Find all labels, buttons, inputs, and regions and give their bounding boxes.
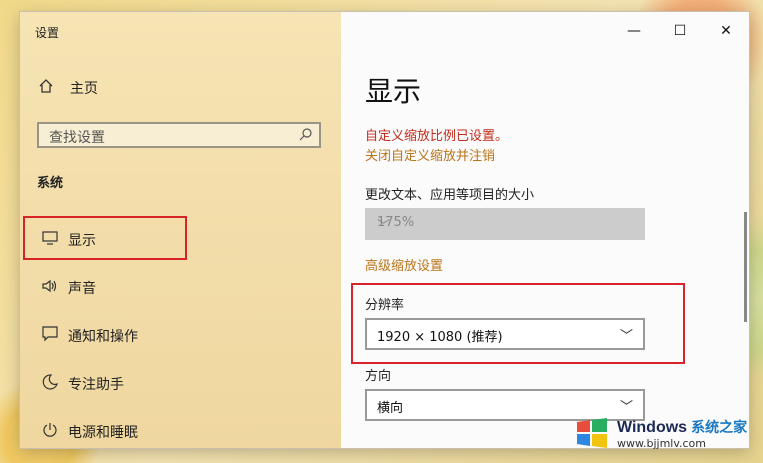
windows-logo-icon — [573, 418, 611, 448]
nav-section-title: 系统 — [37, 176, 64, 191]
search-input[interactable]: 查找设置 — [37, 122, 321, 148]
advanced-scaling-link[interactable]: 高级缩放设置 — [365, 255, 443, 274]
scale-dropdown: 175% ﹀ — [365, 208, 645, 240]
nav-pane: 设置 主页 查找设置 系统 显示 声音 通知和操作 专注助手 电源和睡眠 — [20, 12, 341, 448]
watermark-brand: Windows — [617, 418, 688, 436]
minimize-button[interactable]: — — [611, 12, 657, 50]
sidebar-item-label: 电源和睡眠 — [68, 425, 138, 441]
notification-icon — [35, 326, 65, 346]
sidebar-item-sound[interactable]: 声音 — [20, 265, 341, 311]
scrollbar[interactable] — [744, 212, 747, 322]
speaker-icon — [35, 279, 65, 297]
sidebar-item-label: 声音 — [68, 281, 96, 297]
chevron-down-icon: ﹀ — [377, 219, 391, 234]
home-icon — [38, 78, 54, 98]
highlight-box-display — [23, 216, 187, 260]
orientation-label: 方向 — [365, 369, 392, 384]
watermark-cn: 系统之家 — [691, 419, 748, 436]
power-icon — [35, 422, 65, 442]
moon-icon — [35, 374, 65, 394]
chevron-down-icon: ﹀ — [619, 329, 633, 344]
maximize-button[interactable]: ☐ — [657, 12, 703, 50]
nav-home-label: 主页 — [70, 81, 98, 97]
sidebar-item-label: 专注助手 — [68, 377, 124, 393]
sidebar-item-label: 通知和操作 — [68, 329, 138, 345]
close-button[interactable]: ✕ — [703, 12, 749, 50]
scale-label: 更改文本、应用等项目的大小 — [365, 188, 535, 203]
orientation-value: 横向 — [377, 401, 404, 416]
resolution-value: 1920 × 1080 (推荐) — [377, 330, 503, 345]
scaling-warning: 自定义缩放比例已设置。 — [365, 129, 509, 144]
search-icon — [299, 127, 313, 145]
turn-off-custom-scaling-link[interactable]: 关闭自定义缩放并注销 — [365, 145, 495, 164]
sidebar-item-notifications[interactable]: 通知和操作 — [20, 313, 341, 359]
watermark: Windows 系统之家 www.bjjmlv.com — [563, 403, 763, 463]
nav-home[interactable]: 主页 — [38, 78, 98, 98]
page-title: 显示 — [365, 75, 422, 108]
search-placeholder: 查找设置 — [49, 130, 105, 146]
sidebar-item-focus-assist[interactable]: 专注助手 — [20, 361, 341, 407]
settings-window: 设置 主页 查找设置 系统 显示 声音 通知和操作 专注助手 电源和睡眠 — ☐… — [20, 12, 749, 448]
sidebar-item-power[interactable]: 电源和睡眠 — [20, 409, 341, 448]
watermark-text: Windows 系统之家 www.bjjmlv.com — [617, 417, 747, 450]
content-pane: — ☐ ✕ 显示 自定义缩放比例已设置。 关闭自定义缩放并注销 更改文本、应用等… — [341, 12, 749, 448]
resolution-label: 分辨率 — [365, 298, 405, 313]
watermark-url: www.bjjmlv.com — [617, 436, 706, 450]
resolution-dropdown[interactable]: 1920 × 1080 (推荐) ﹀ — [365, 318, 645, 350]
window-title: 设置 — [35, 26, 60, 40]
